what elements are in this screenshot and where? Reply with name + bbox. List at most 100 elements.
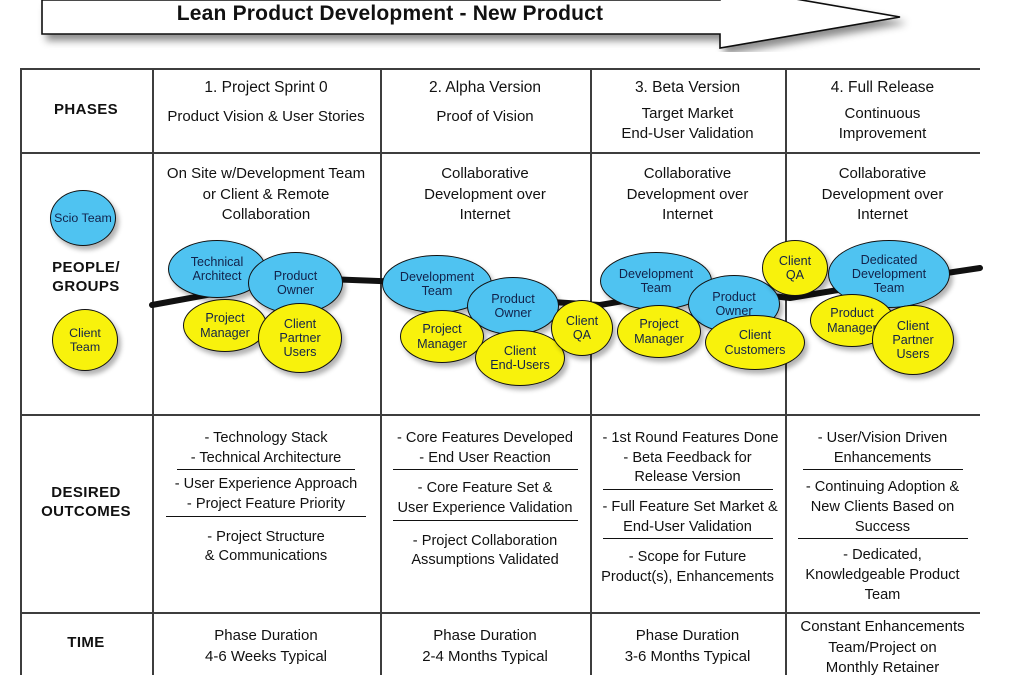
diagram-canvas: Lean Product Development - New Product P… bbox=[0, 0, 1021, 676]
bubble-product-manager-4-line1: Product bbox=[830, 306, 874, 321]
row-label-outcomes-line1: DESIRED bbox=[51, 484, 121, 502]
outcomes-3-g2-l1: - Full Feature Set Market & bbox=[602, 499, 778, 516]
outcomes-4-g1-l2: Enhancements bbox=[833, 449, 932, 466]
outcomes-cell-1: - Technology Stack - Technical Architect… bbox=[154, 428, 378, 569]
time-4-line1: Constant Enhancements bbox=[800, 618, 965, 635]
grid-col-div-2 bbox=[380, 68, 382, 675]
outcomes-4-group-1: - User/Vision Driven Enhancements bbox=[802, 428, 963, 471]
people-heading-3-line2: Development over bbox=[626, 185, 749, 203]
outcomes-3-group-3: - Scope for Future Product(s), Enhanceme… bbox=[592, 547, 783, 589]
people-heading-4-line1: Collaborative bbox=[838, 165, 927, 182]
row-label-time-text: TIME bbox=[67, 634, 105, 652]
outcomes-2-g3-l2: Assumptions Validated bbox=[411, 552, 559, 569]
grid-line-people-bottom bbox=[20, 414, 980, 416]
phase-cell-4: 4. Full Release Continuous Improvement bbox=[787, 78, 978, 143]
time-cell-1: Phase Duration 4-6 Weeks Typical bbox=[154, 626, 378, 667]
outcomes-2-g1-l1: - Core Features Developed bbox=[396, 430, 574, 446]
outcomes-4-g2-l1: - Continuing Adoption & bbox=[805, 479, 960, 496]
phase-subtitle-4-line1: Continuous bbox=[844, 105, 921, 123]
phase-subtitle-3-line2: End-User Validation bbox=[621, 124, 754, 142]
outcomes-3-g1-l2: - Beta Feedback for bbox=[623, 449, 752, 466]
row-label-people-line1: PEOPLE/ bbox=[52, 259, 120, 277]
row-label-desired-outcomes: DESIRED OUTCOMES bbox=[20, 480, 152, 526]
bubble-technical-architect-line1: Technical bbox=[190, 254, 244, 269]
bubble-client-partner-users-4-line3: Users bbox=[896, 347, 930, 362]
outcomes-3-g3-l2: Product(s), Enhancements bbox=[601, 569, 774, 586]
people-heading-3-line3: Internet bbox=[662, 206, 713, 224]
outcomes-1-g3-l1: - Project Structure bbox=[207, 528, 325, 545]
legend-scio-team: Scio Team bbox=[50, 190, 116, 246]
time-4-line2: Team/Project on bbox=[828, 638, 937, 656]
phase-subtitle-1-line1: Product Vision & User Stories bbox=[167, 108, 365, 126]
outcomes-1-g2-l1: - User Experience Approach bbox=[174, 476, 358, 493]
bubble-client-partner-users-4: Client Partner Users bbox=[872, 305, 954, 375]
legend-scio-team-line2: Team bbox=[81, 210, 112, 225]
bubble-project-manager-3: Project Manager bbox=[617, 305, 701, 358]
row-label-phases-text: PHASES bbox=[53, 100, 119, 118]
outcomes-3-g1-l3: Release Version bbox=[634, 469, 741, 486]
bubble-project-manager-2: Project Manager bbox=[400, 310, 484, 363]
outcomes-cell-4: - User/Vision Driven Enhancements - Cont… bbox=[787, 428, 978, 608]
time-3-line2: 3-6 Months Typical bbox=[624, 647, 751, 665]
row-label-people-line2: GROUPS bbox=[52, 278, 120, 295]
bubble-product-owner-1-line2: Owner bbox=[276, 283, 315, 297]
outcomes-3-group-2: - Full Feature Set Market & End-User Val… bbox=[602, 497, 778, 540]
people-heading-1-line1: On Site w/Development Team bbox=[166, 165, 366, 182]
phase-subtitle-3-line1: Target Market bbox=[641, 105, 734, 123]
bubble-product-manager-4-line2: Manager bbox=[827, 320, 877, 335]
outcomes-3-g3-l1: - Scope for Future bbox=[628, 549, 747, 566]
people-heading-3-line1: Collaborative bbox=[643, 165, 732, 182]
grid-col-div-1 bbox=[152, 68, 154, 675]
outcomes-3-group-1: - 1st Round Features Done - Beta Feedbac… bbox=[602, 428, 779, 491]
grid-line-phases-bottom bbox=[20, 152, 980, 154]
bubble-client-qa-3-line1: Client bbox=[778, 253, 812, 268]
outcomes-2-group-1: - Core Features Developed - End User Rea… bbox=[392, 428, 578, 471]
outcomes-4-g3-l2: Knowledgeable Product bbox=[805, 567, 960, 584]
bubble-development-team-2-line2: Team bbox=[421, 284, 453, 298]
row-label-time: TIME bbox=[20, 612, 152, 675]
time-1-line1: Phase Duration bbox=[214, 627, 318, 644]
row-label-outcomes-line2: OUTCOMES bbox=[41, 503, 131, 520]
legend-client-team-line1: Client bbox=[69, 325, 101, 340]
bubble-development-team-3-line1: Development bbox=[618, 266, 694, 281]
time-3-line1: Phase Duration bbox=[635, 627, 740, 644]
bubble-client-qa-3: Client QA bbox=[762, 240, 828, 296]
grid-line-outcomes-bottom bbox=[20, 612, 980, 614]
bubble-dedicated-development-team-4-line3: Team bbox=[873, 281, 905, 296]
outcomes-4-g1-l1: - User/Vision Driven bbox=[817, 430, 948, 446]
bubble-project-manager-3-line2: Manager bbox=[634, 331, 684, 346]
bubble-client-qa-3-line2: QA bbox=[785, 268, 805, 282]
outcomes-1-g2-l2: - Project Feature Priority bbox=[186, 496, 346, 513]
bubble-client-qa-2: Client QA bbox=[551, 300, 613, 356]
outcomes-4-group-3: - Dedicated, Knowledgeable Product Team bbox=[787, 545, 978, 607]
bubble-client-partner-users-4-line2: Partner bbox=[892, 332, 934, 347]
people-heading-1: On Site w/Development Team or Client & R… bbox=[154, 164, 378, 226]
bubble-project-manager-1: Project Manager bbox=[183, 299, 267, 352]
people-heading-3: Collaborative Development over Internet bbox=[592, 164, 783, 226]
phase-subtitle-4-line2: Improvement bbox=[838, 124, 927, 142]
outcomes-4-group-2: - Continuing Adoption & New Clients Base… bbox=[797, 477, 968, 540]
outcomes-1-group-1: - Technology Stack - Technical Architect… bbox=[177, 428, 355, 471]
bubble-product-owner-1-line1: Product bbox=[273, 268, 318, 283]
bubble-client-customers-3-line2: Customers bbox=[724, 342, 786, 357]
time-2-line1: Phase Duration bbox=[433, 627, 537, 644]
bubble-project-manager-3-line1: Project bbox=[639, 317, 679, 332]
bubble-product-owner-2-line1: Product bbox=[491, 291, 535, 306]
outcomes-1-group-2: - User Experience Approach - Project Fea… bbox=[166, 474, 366, 517]
outcomes-2-g1-l2: - End User Reaction bbox=[419, 449, 551, 466]
phase-title-4: 4. Full Release bbox=[830, 79, 935, 96]
phase-cell-3: 3. Beta Version Target Market End-User V… bbox=[592, 78, 783, 143]
bubble-project-manager-2-line1: Project bbox=[422, 322, 462, 337]
bubble-client-end-users-2-line2: End-Users bbox=[490, 358, 550, 372]
bubble-client-partner-users-1-line2: Partner bbox=[279, 330, 321, 345]
bubble-development-team-3-line2: Team bbox=[640, 281, 672, 295]
outcomes-4-g3-l3: Team bbox=[864, 586, 901, 603]
phase-subtitle-2-line1: Proof of Vision bbox=[436, 108, 534, 126]
row-label-people: PEOPLE/ GROUPS bbox=[20, 255, 152, 301]
outcomes-1-group-3: - Project Structure & Communications bbox=[154, 527, 378, 569]
outcomes-4-g3-l1: - Dedicated, bbox=[843, 547, 922, 564]
phase-title-3: 3. Beta Version bbox=[634, 79, 741, 96]
time-cell-2: Phase Duration 2-4 Months Typical bbox=[382, 626, 588, 667]
bubble-client-end-users-2-line1: Client bbox=[503, 343, 537, 358]
phase-title-1: 1. Project Sprint 0 bbox=[204, 79, 328, 96]
